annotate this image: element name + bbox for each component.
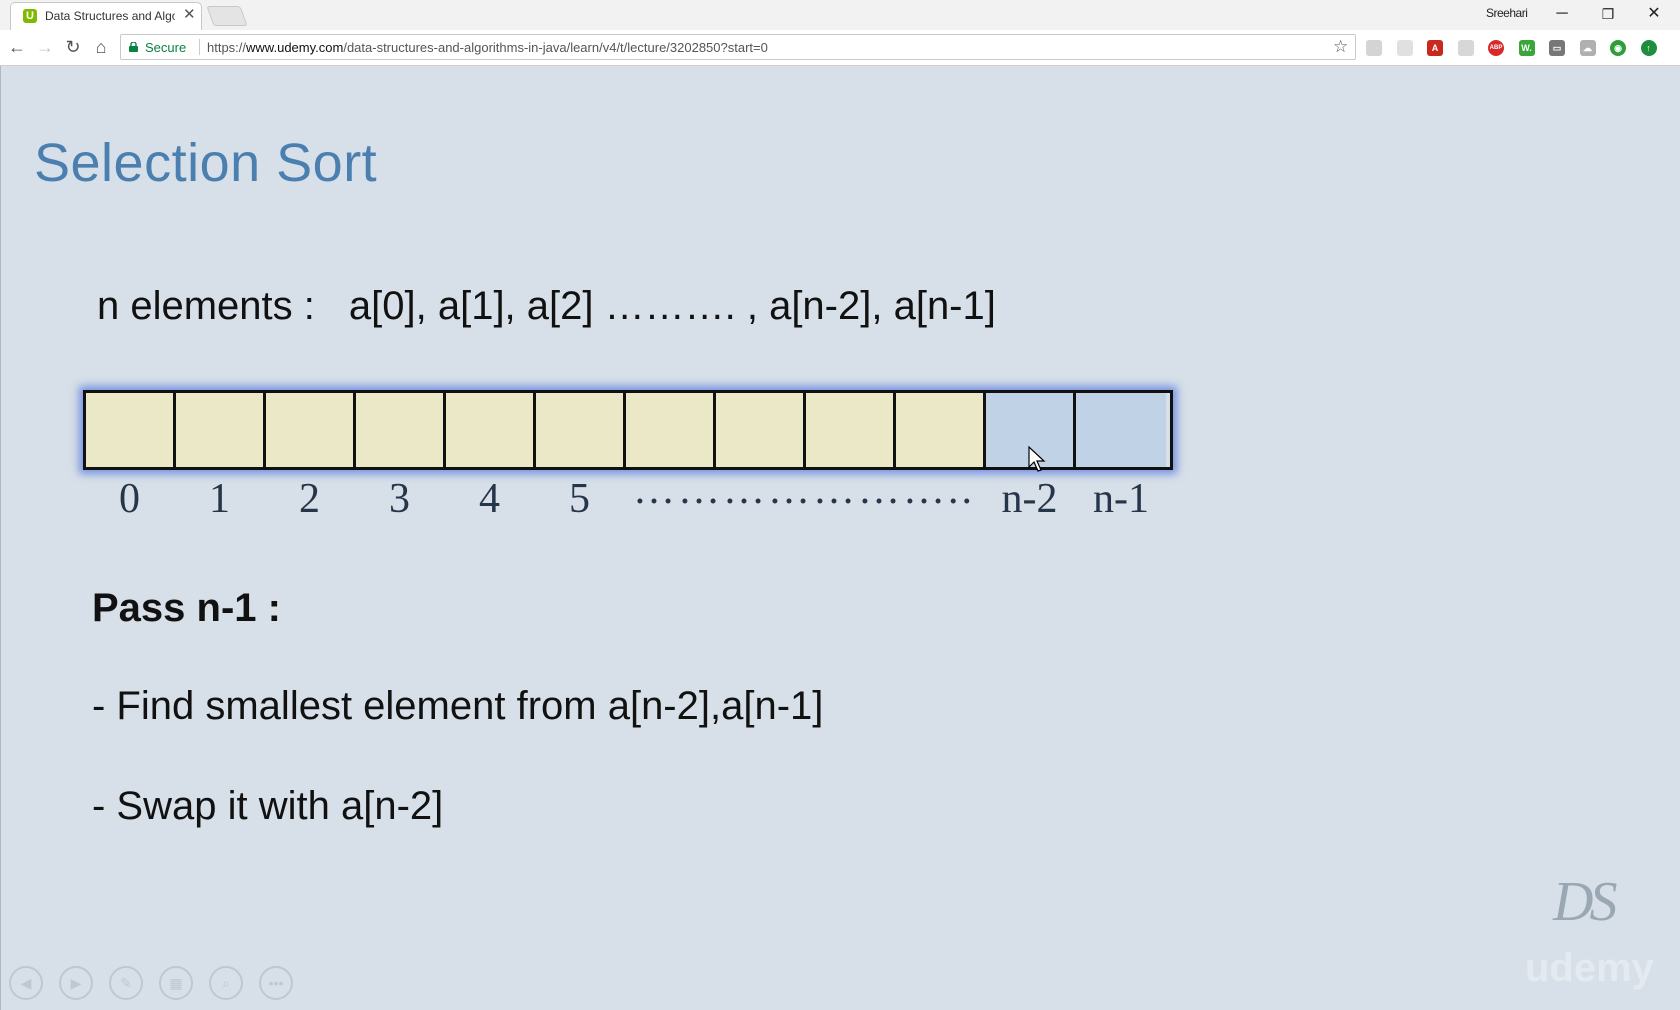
zoom-button[interactable]: ⌕ [209,966,243,1000]
cell-index-label: 0 [119,476,140,522]
ext-update-icon[interactable]: ↑ [1640,40,1657,56]
slide-title: Selection Sort [34,133,378,193]
ext-cast-icon[interactable]: ▭ [1549,40,1565,56]
mouse-cursor-icon [1028,446,1046,472]
step-swap: - Swap it with a[n-2] [92,784,444,828]
restore-button[interactable]: ❐ [1586,0,1630,28]
forward-arrow-icon[interactable]: → [34,36,56,58]
array-cell [806,393,896,467]
ext-cloud-icon[interactable]: ☁ [1579,40,1596,56]
cell-index-label: 1 [209,476,230,522]
home-icon[interactable]: ⌂ [90,36,112,58]
array-cell [626,393,716,467]
url-host: www.udemy.com [246,40,344,55]
close-icon[interactable]: ✕ [183,7,196,23]
ext-generic-2-icon[interactable] [1396,40,1413,56]
elements-list: a[0], a[1], a[2] ………. , a[n-2], a[n-1] [348,284,996,328]
slides-overview-button[interactable]: ▦ [159,966,193,1000]
udemy-favicon-icon: U [23,9,37,23]
url-text[interactable]: https://www.udemy.com/data-structures-an… [207,40,768,55]
profile-name[interactable]: Sreehari [1486,6,1528,20]
ds-logo-watermark: DS [1553,871,1617,933]
ext-w-icon[interactable]: W. [1518,40,1535,56]
cell-index-label: n-1 [1093,476,1149,522]
array-cell: 0 [86,393,176,522]
lock-icon [129,42,138,52]
window-close-button[interactable]: ✕ [1632,0,1676,28]
array-diagram: 0 1 2 3 4 5 n-2 n-1 [83,390,1173,522]
udemy-watermark: udemy [1525,946,1654,990]
url-scheme: https:// [207,40,247,55]
omnibox-divider [199,39,200,55]
pen-tool-button[interactable]: ✎ [109,966,143,1000]
cell-index-label: 2 [299,476,320,522]
elements-description: n elements : a[0], a[1], a[2] ………. , a[n-… [97,284,996,329]
array-cell: n-1 [1076,393,1166,522]
array-cell [896,393,986,467]
step-find-smallest: - Find smallest element from a[n-2],a[n-… [92,684,824,728]
ext-generic-1-icon[interactable] [1366,40,1382,56]
address-bar[interactable]: Secure https://www.udemy.com/data-struct… [120,34,1356,60]
previous-slide-button[interactable]: ◀ [9,966,43,1000]
bookmark-star-icon[interactable]: ☆ [1333,37,1348,57]
cell-index-label: n-2 [1001,476,1058,522]
more-options-button[interactable]: ••• [259,966,293,1000]
elements-label: n elements : [97,284,315,328]
pass-heading: Pass n-1 : [92,586,281,630]
array-cell: 3 [356,393,446,522]
ext-acrobat-icon[interactable]: A [1427,40,1443,56]
browser-tab[interactable]: U Data Structures and Algo ✕ [10,2,202,30]
array-cell: 2 [266,393,356,522]
ext-generic-3-icon[interactable] [1457,40,1474,56]
array-cell [716,393,806,467]
index-ellipsis: ………………….. [633,467,975,513]
browser-title-bar: U Data Structures and Algo ✕ Sreehari ─ … [0,0,1680,30]
lecture-slide: Selection Sort n elements : a[0], a[1], a… [0,66,1680,1010]
cell-index-label: 4 [479,476,500,522]
browser-toolbar: ← → ↻ ⌂ Secure https://www.udemy.com/dat… [0,30,1680,66]
back-arrow-icon[interactable]: ← [6,36,28,58]
new-tab-button[interactable] [206,6,248,26]
ext-adblock-icon[interactable]: ABP [1488,40,1504,56]
tab-title: Data Structures and Algo [45,9,175,23]
array-cell: 1 [176,393,266,522]
next-slide-button[interactable]: ▶ [59,966,93,1000]
cell-index-label: 3 [389,476,410,522]
secure-label: Secure [145,40,187,55]
url-path: /data-structures-and-algorithms-in-java/… [343,40,768,55]
array-cell: 5 [536,393,626,522]
cell-index-label: 5 [569,476,590,522]
reload-icon[interactable]: ↻ [62,36,84,58]
minimize-button[interactable]: ─ [1540,0,1584,28]
ext-audio-icon[interactable]: ◉ [1610,40,1626,56]
array-cell: 4 [446,393,536,522]
